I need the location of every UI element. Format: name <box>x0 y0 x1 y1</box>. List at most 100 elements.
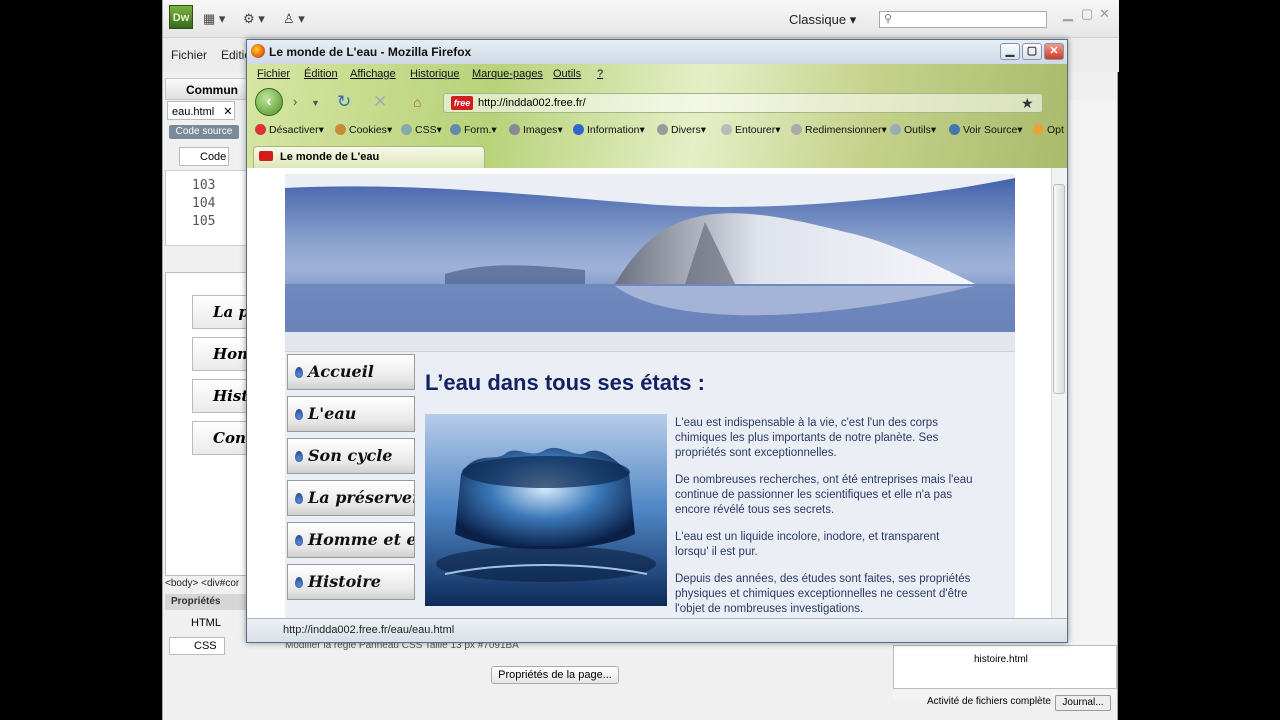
forward-button[interactable]: › <box>293 94 297 109</box>
firefox-icon <box>251 44 265 58</box>
firefox-status-bar: http://indda002.free.fr/eau/eau.html <box>247 618 1067 642</box>
wd-options[interactable]: Opt <box>1033 124 1064 136</box>
dw-minimize-icon[interactable]: ▁ <box>1063 6 1073 22</box>
nav-histoire[interactable]: Histoire <box>287 564 415 600</box>
wd-outils[interactable]: Outils▾ <box>890 124 936 136</box>
ff-menu-affichage[interactable]: Affichage <box>350 68 396 80</box>
workspace-label: Classique <box>789 12 847 27</box>
ff-menu-edition[interactable]: Édition <box>304 68 338 80</box>
paragraph: Depuis des années, des études sont faite… <box>675 573 971 615</box>
url-bar[interactable]: http://indda002.free.fr/ <box>443 93 1043 113</box>
wd-cookies[interactable]: Cookies▾ <box>335 124 392 136</box>
wd-label: Entourer <box>735 124 776 136</box>
dw-maximize-icon[interactable]: ▢ <box>1081 6 1093 22</box>
files-panel[interactable]: histoire.html <box>893 645 1117 689</box>
nav-label: Son cycle <box>308 446 393 465</box>
properties-panel-title: Propriétés <box>165 594 249 610</box>
nav-accueil[interactable]: Accueil <box>287 354 415 390</box>
nav-homme-et-eau[interactable]: Homme et eau <box>287 522 415 558</box>
reload-icon[interactable]: ↻ <box>337 92 351 112</box>
layout-icon[interactable]: ▦ ▾ <box>203 11 225 27</box>
design-view[interactable]: La p Hom Histo Cont <box>165 272 252 576</box>
wd-desactiver[interactable]: Désactiver▾ <box>255 124 324 136</box>
code-source-button[interactable]: Code source <box>169 125 239 139</box>
gear-icon[interactable]: ⚙ ▾ <box>243 11 265 27</box>
page-separator-bar <box>285 332 1015 352</box>
tab-favicon-icon <box>259 151 273 161</box>
line-number: 104 <box>192 196 216 211</box>
water-crown-image <box>425 414 667 606</box>
wd-label: Images <box>523 124 558 136</box>
code-view-button[interactable]: Code <box>179 147 229 166</box>
dw-close-icon[interactable]: ✕ <box>1099 6 1110 22</box>
wd-form[interactable]: Form.▾ <box>450 124 497 136</box>
design-nav-item: La p <box>192 295 252 329</box>
wd-label: Divers <box>671 124 701 136</box>
paragraph: De nombreuses recherches, ont été entrep… <box>675 474 973 516</box>
wd-voir-source[interactable]: Voir Source▾ <box>949 124 1023 136</box>
site-icon[interactable]: ♙ ▾ <box>283 11 305 27</box>
nav-label: La préserver <box>308 488 415 507</box>
banner-image <box>285 174 1015 332</box>
ff-maximize-button[interactable]: ▢ <box>1022 43 1042 60</box>
paragraph: L'eau est indispensable à la vie, c'est … <box>675 417 939 459</box>
wd-css[interactable]: CSS▾ <box>401 124 442 136</box>
wd-images[interactable]: Images▾ <box>509 124 563 136</box>
design-nav-item: Hom <box>192 337 252 371</box>
dw-search-input[interactable]: ⚲ <box>879 11 1047 28</box>
page-properties-button[interactable]: Propriétés de la page... <box>491 666 619 684</box>
line-number: 105 <box>192 214 216 229</box>
status-url: http://indda002.free.fr/eau/eau.html <box>283 624 455 636</box>
history-dropdown-icon[interactable]: ▼ <box>311 98 320 108</box>
document-tab[interactable]: eau.html ✕ <box>167 101 235 120</box>
nav-label: Accueil <box>308 362 374 381</box>
web-developer-toolbar: Désactiver▾ Cookies▾ CSS▾ Form.▾ Images▾… <box>247 120 1067 142</box>
wd-entourer[interactable]: Entourer▾ <box>721 124 781 136</box>
water-drop-icon <box>295 493 303 504</box>
dw-top-bar: Dw ▦ ▾ ⚙ ▾ ♙ ▾ Classique ▾ ⚲ ▁ ▢ ✕ <box>163 0 1119 38</box>
wd-divers[interactable]: Divers▾ <box>657 124 706 136</box>
ff-close-button[interactable]: ✕ <box>1044 43 1064 60</box>
wd-label: Form. <box>464 124 492 136</box>
stop-icon[interactable]: ✕ <box>373 92 387 112</box>
wd-label: Outils <box>904 124 931 136</box>
nav-son-cycle[interactable]: Son cycle <box>287 438 415 474</box>
page-heading: L’eau dans tous ses états : <box>425 370 705 395</box>
ff-menu-help[interactable]: ? <box>597 68 603 80</box>
ff-menu-marque-pages[interactable]: Marque-pages <box>472 68 543 80</box>
close-tab-icon[interactable]: ✕ <box>223 106 232 118</box>
design-nav-item: Histo <box>192 379 252 413</box>
html-props-button[interactable]: HTML <box>169 616 225 632</box>
design-nav-item: Cont <box>192 421 252 455</box>
tag-selector[interactable]: <body> <div#cor <box>165 578 251 592</box>
scrollbar-thumb[interactable] <box>1053 184 1065 394</box>
firefox-title: Le monde de L'eau - Mozilla Firefox <box>269 45 472 59</box>
ff-menu-outils[interactable]: Outils <box>553 68 581 80</box>
wd-label: Cookies <box>349 124 387 136</box>
wd-redimensionner[interactable]: Redimensionner▾ <box>791 124 887 136</box>
journal-button[interactable]: Journal... <box>1055 695 1111 711</box>
firefox-menu-bar: Fichier Édition Affichage Historique Mar… <box>247 64 1067 84</box>
bookmark-star-icon[interactable]: ★ <box>1021 95 1034 112</box>
wd-label: Information <box>587 124 640 136</box>
nav-la-preserver[interactable]: La préserver <box>287 480 415 516</box>
dw-menu-fichier[interactable]: Fichier <box>171 48 207 62</box>
css-props-button[interactable]: CSS <box>169 637 225 655</box>
insert-category[interactable]: Commun <box>165 78 249 100</box>
nav-eau[interactable]: L'eau <box>287 396 415 432</box>
workspace-switcher[interactable]: Classique ▾ <box>789 12 856 28</box>
code-gutter: 103 104 105 <box>165 170 251 246</box>
wd-label: Désactiver <box>269 124 319 136</box>
ff-minimize-button[interactable]: ▁ <box>1000 43 1020 60</box>
water-drop-icon <box>295 367 303 378</box>
ff-menu-fichier[interactable]: Fichier <box>257 68 290 80</box>
file-item[interactable]: histoire.html <box>894 646 1116 665</box>
firefox-title-bar: Le monde de L'eau - Mozilla Firefox ▁ ▢ … <box>247 40 1067 64</box>
wd-information[interactable]: Information▾ <box>573 124 645 136</box>
home-icon[interactable]: ⌂ <box>413 94 421 110</box>
back-button[interactable]: ‹ <box>255 88 283 116</box>
ff-menu-historique[interactable]: Historique <box>410 68 460 80</box>
water-drop-icon <box>295 535 303 546</box>
water-drop-icon <box>295 577 303 588</box>
browser-tab[interactable]: Le monde de L'eau <box>253 146 485 168</box>
